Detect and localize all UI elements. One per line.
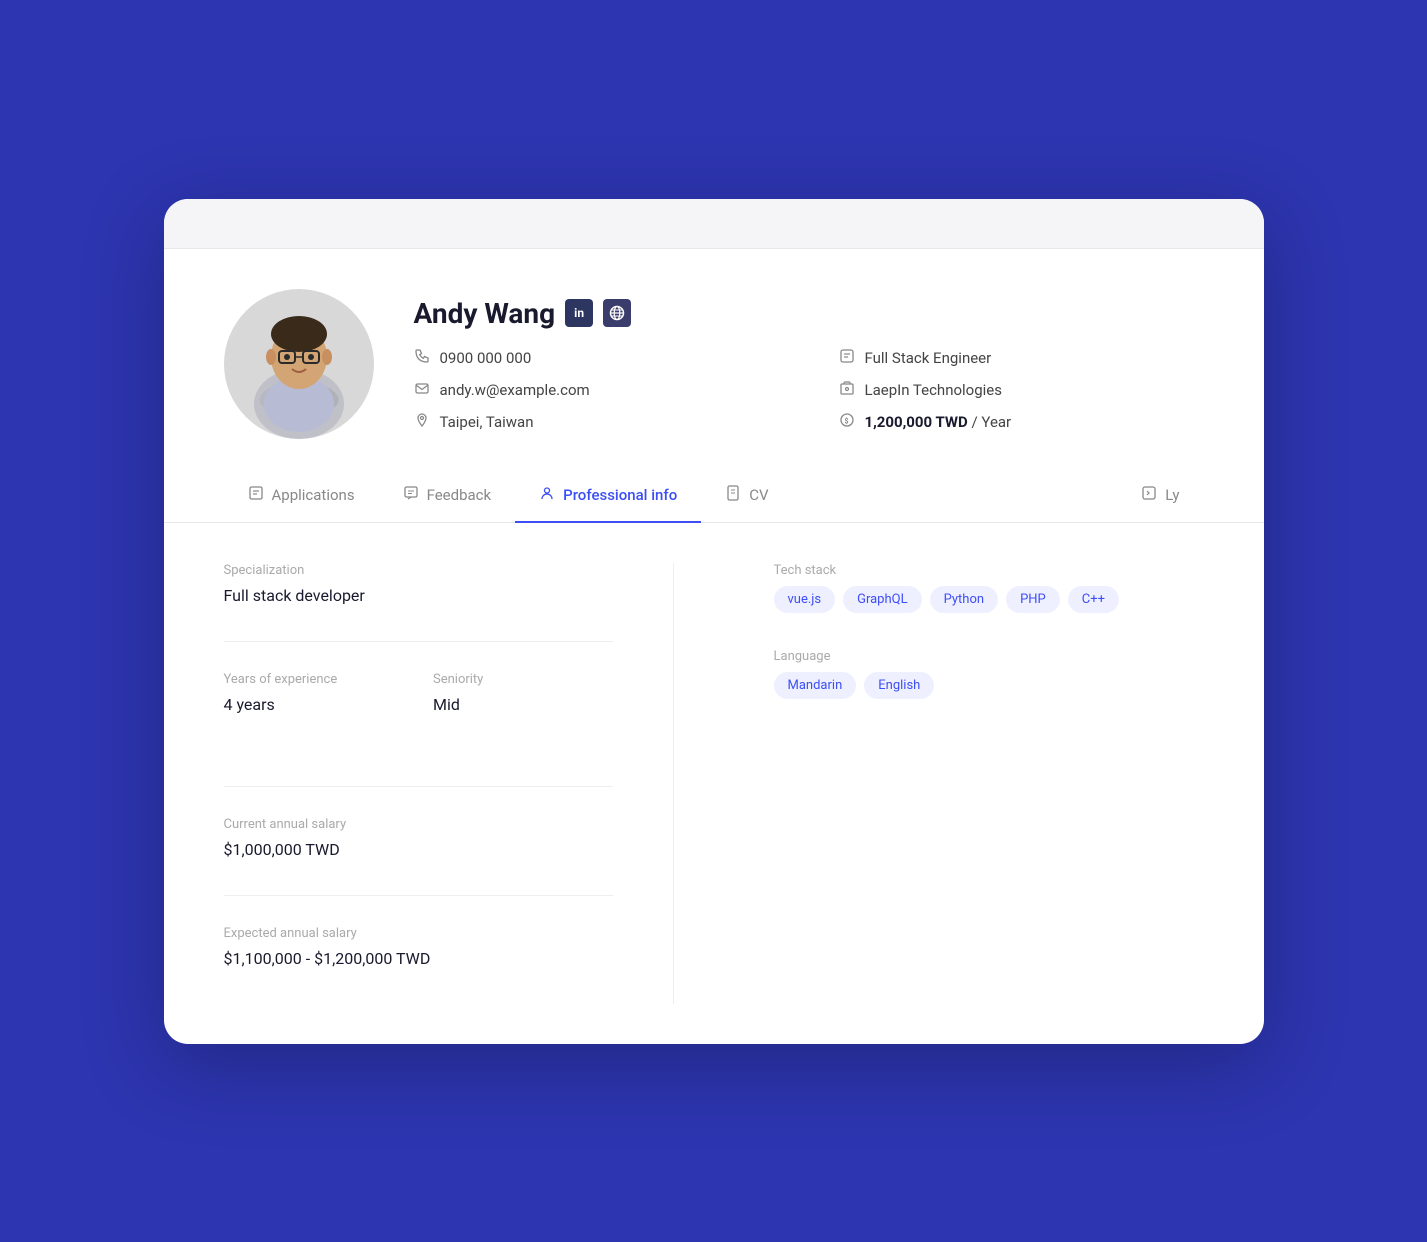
tech-stack-tags: vue.js GraphQL Python PHP C++ [774, 586, 1204, 613]
ly-icon [1141, 485, 1157, 505]
email-item: andy.w@example.com [414, 380, 779, 400]
email-value: andy.w@example.com [440, 381, 590, 399]
current-salary-value: $1,000,000 TWD [224, 840, 613, 859]
divider-1 [224, 641, 613, 642]
salary-icon: $ [839, 412, 855, 432]
phone-value: 0900 000 000 [440, 349, 532, 367]
divider-3 [224, 895, 613, 896]
tab-applications[interactable]: Applications [224, 469, 379, 523]
tech-stack-label: Tech stack [774, 563, 1204, 578]
title-icon [839, 348, 855, 368]
professional-info-label: Professional info [563, 486, 677, 504]
seniority-group: Seniority Mid [433, 672, 613, 714]
phone-icon [414, 348, 430, 368]
profile-card: Andy Wang in [164, 199, 1264, 1044]
company-icon [839, 380, 855, 400]
tab-cv[interactable]: CV [701, 469, 792, 523]
avatar [224, 289, 374, 439]
location-value: Taipei, Taiwan [440, 413, 534, 431]
location-item: Taipei, Taiwan [414, 412, 779, 432]
specialization-value: Full stack developer [224, 586, 613, 605]
company-item: LaepIn Technologies [839, 380, 1204, 400]
name-row: Andy Wang in [414, 297, 1204, 330]
specialization-label: Specialization [224, 563, 613, 578]
tech-tag: C++ [1068, 586, 1119, 613]
language-tag: English [864, 672, 934, 699]
salary-item: $ 1,200,000 TWD / Year [839, 412, 1204, 432]
left-column: Specialization Full stack developer Year… [224, 563, 674, 1004]
applications-icon [248, 485, 264, 505]
content-area: Specialization Full stack developer Year… [164, 523, 1264, 1044]
language-tags: Mandarin English [774, 672, 1204, 699]
feedback-label: Feedback [427, 486, 492, 504]
company-value: LaepIn Technologies [865, 381, 1003, 399]
tab-ly[interactable]: Ly [1117, 469, 1203, 522]
tab-professional-info[interactable]: Professional info [515, 469, 701, 523]
profile-info: Andy Wang in [414, 289, 1204, 432]
expected-salary-value: $1,100,000 - $1,200,000 TWD [224, 949, 613, 968]
tech-stack-group: Tech stack vue.js GraphQL Python PHP C++ [774, 563, 1204, 613]
title-value: Full Stack Engineer [865, 349, 992, 367]
seniority-label: Seniority [433, 672, 613, 687]
right-column: Tech stack vue.js GraphQL Python PHP C++ Lan… [754, 563, 1204, 1004]
tech-tag: Python [930, 586, 998, 613]
experience-seniority-group: Years of experience 4 years Seniority Mi… [224, 672, 613, 750]
salary-value: 1,200,000 TWD / Year [865, 413, 1012, 431]
phone-item: 0900 000 000 [414, 348, 779, 368]
expected-salary-label: Expected annual salary [224, 926, 613, 941]
specialization-group: Specialization Full stack developer [224, 563, 613, 605]
title-item: Full Stack Engineer [839, 348, 1204, 368]
email-icon [414, 380, 430, 400]
current-salary-group: Current annual salary $1,000,000 TWD [224, 817, 613, 859]
current-salary-label: Current annual salary [224, 817, 613, 832]
tech-tag: vue.js [774, 586, 836, 613]
candidate-name: Andy Wang [414, 297, 556, 330]
divider-2 [224, 786, 613, 787]
years-value: 4 years [224, 695, 404, 714]
language-label: Language [774, 649, 1204, 664]
applications-label: Applications [272, 486, 355, 504]
tab-feedback[interactable]: Feedback [379, 469, 516, 523]
cv-label: CV [749, 486, 768, 504]
seniority-value: Mid [433, 695, 613, 714]
contact-grid: 0900 000 000 Full Stack Engineer andy.w@… [414, 348, 1204, 432]
cv-icon [725, 485, 741, 505]
profile-section: Andy Wang in [164, 249, 1264, 469]
svg-text:$: $ [844, 417, 848, 425]
card-top-bar [164, 199, 1264, 249]
years-label: Years of experience [224, 672, 404, 687]
tech-tag: PHP [1006, 586, 1060, 613]
linkedin-icon[interactable]: in [565, 299, 593, 327]
years-group: Years of experience 4 years [224, 672, 404, 714]
expected-salary-group: Expected annual salary $1,100,000 - $1,2… [224, 926, 613, 968]
language-tag: Mandarin [774, 672, 857, 699]
professional-info-icon [539, 485, 555, 505]
ly-label: Ly [1165, 486, 1179, 504]
feedback-icon [403, 485, 419, 505]
tech-tag: GraphQL [843, 586, 921, 613]
location-icon [414, 412, 430, 432]
website-icon[interactable] [603, 299, 631, 327]
tabs-container: Applications Feedback Professional info … [164, 469, 1264, 523]
language-group: Language Mandarin English [774, 649, 1204, 699]
